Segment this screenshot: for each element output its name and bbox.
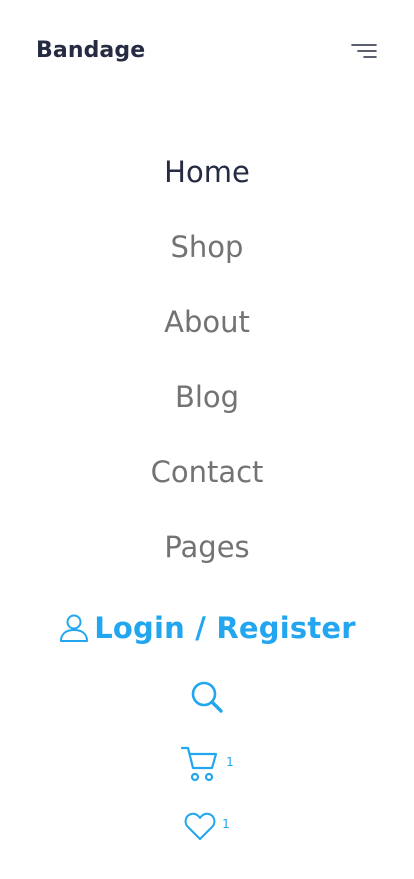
search-button[interactable] [0,676,414,720]
login-register-label: Login / Register [94,611,356,645]
user-icon [60,614,89,642]
nav-item-home[interactable]: Home [0,145,414,220]
nav-item-blog[interactable]: Blog [0,370,414,445]
cart-icon [181,746,218,782]
mobile-nav: Home Shop About Blog Contact Pages [0,145,414,595]
nav-item-shop[interactable]: Shop [0,220,414,295]
nav-item-pages[interactable]: Pages [0,520,414,595]
nav-item-about[interactable]: About [0,295,414,370]
cart-count-badge: 1 [226,755,234,769]
wishlist-count-badge: 1 [222,817,230,831]
header: Bandage [0,0,414,105]
login-register-link[interactable]: Login / Register [0,606,414,650]
menu-icon [351,44,377,58]
menu-button[interactable] [348,40,380,64]
wishlist-button[interactable]: 1 [0,804,414,848]
cart-button[interactable]: 1 [0,742,414,786]
heart-icon [184,812,216,840]
search-icon [191,681,223,713]
mobile-page: Bandage Home Shop About Blog Contact Pag… [0,0,414,879]
brand-logo[interactable]: Bandage [36,38,145,63]
nav-item-contact[interactable]: Contact [0,445,414,520]
